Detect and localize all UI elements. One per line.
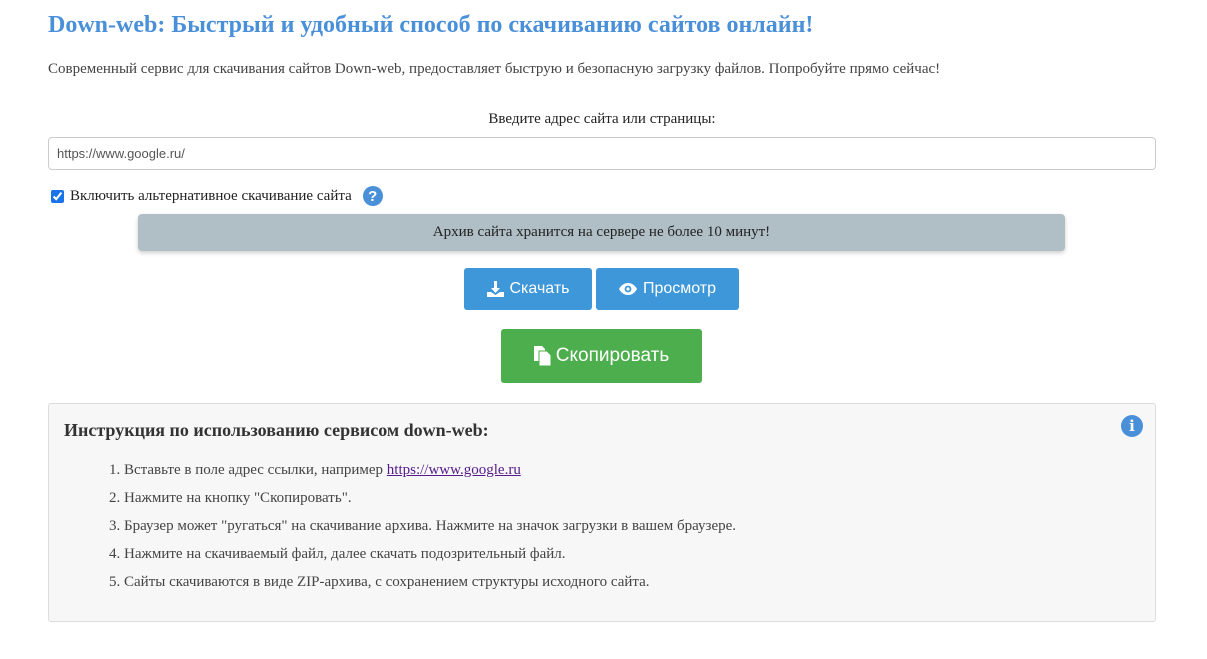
alt-download-option[interactable]: Включить альтернативное скачивание сайта… — [51, 186, 383, 206]
instruction-step: Сайты скачиваются в виде ZIP-архива, с с… — [124, 568, 736, 596]
url-label: Введите адрес сайта или страницы: — [488, 111, 716, 127]
example-link[interactable]: https://www.google.ru — [387, 462, 521, 478]
copy-button-label: Скопировать — [555, 345, 670, 366]
question-circle-icon[interactable]: ? — [362, 186, 383, 206]
step-text: Вставьте в поле адрес ссылки, например — [124, 462, 387, 478]
instructions-panel: Инструкция по использованию сервисом dow… — [48, 403, 1156, 622]
url-input[interactable] — [48, 137, 1156, 170]
copy-button[interactable]: Скопировать — [501, 329, 702, 383]
view-button-label: Просмотр — [642, 280, 717, 297]
eye-icon — [618, 283, 637, 295]
copy-icon — [533, 346, 551, 366]
page-title: Down-web: Быстрый и удобный способ по ск… — [48, 12, 814, 38]
page-subtitle: Современный сервис для скачивания сайтов… — [48, 61, 941, 77]
instruction-step: Вставьте в поле адрес ссылки, например h… — [124, 456, 736, 484]
instruction-step: Нажмите на скачиваемый файл, далее скача… — [124, 540, 736, 568]
download-button-label: Скачать — [509, 280, 570, 297]
storage-notice: Архив сайта хранится на сервере не более… — [138, 214, 1065, 251]
download-button[interactable]: Скачать — [464, 268, 592, 310]
info-circle-icon[interactable]: i — [1121, 415, 1143, 437]
instruction-step: Нажмите на кнопку "Скопировать". — [124, 484, 736, 512]
alt-download-label: Включить альтернативное скачивание сайта — [70, 187, 352, 204]
download-icon — [486, 281, 504, 297]
instructions-list: Вставьте в поле адрес ссылки, например h… — [49, 456, 736, 596]
alt-download-checkbox[interactable] — [51, 189, 64, 203]
view-button[interactable]: Просмотр — [596, 268, 739, 310]
instruction-step: Браузер может "ругаться" на скачивание а… — [124, 512, 736, 540]
instructions-title: Инструкция по использованию сервисом dow… — [64, 420, 489, 440]
